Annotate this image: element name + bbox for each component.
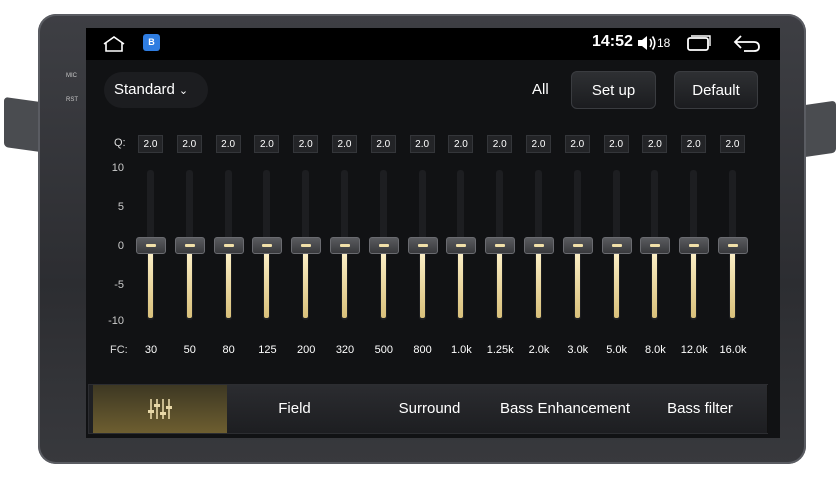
- q-value-box[interactable]: 2.0: [681, 135, 707, 153]
- eq-band: 2.0 2.0k: [521, 28, 557, 368]
- fc-value: 16.0k: [719, 344, 747, 356]
- eq-band: 2.0 800: [405, 28, 441, 368]
- q-value-box[interactable]: 2.0: [487, 135, 513, 153]
- equalizer-icon: [148, 399, 172, 419]
- gain-slider-fill: [342, 245, 347, 318]
- rst-button[interactable]: RST: [66, 97, 78, 103]
- tab-label: Bass Enhancement: [499, 400, 631, 417]
- tab-field[interactable]: Field: [227, 385, 363, 433]
- q-value-box[interactable]: 2.0: [720, 135, 745, 153]
- gain-slider-fill: [613, 245, 619, 318]
- gain-slider-handle[interactable]: [368, 237, 399, 254]
- gain-slider-fill: [380, 245, 386, 318]
- gain-tick-label: 0: [117, 240, 124, 252]
- gain-slider-handle[interactable]: [718, 237, 748, 254]
- q-value-box[interactable]: 2.0: [176, 135, 202, 153]
- eq-band: 2.0 12.0k: [676, 28, 712, 368]
- q-value-box[interactable]: 2.0: [409, 135, 435, 153]
- q-value-box[interactable]: 2.0: [564, 135, 590, 153]
- gain-slider-fill: [574, 245, 580, 318]
- tab-label: Field: [278, 400, 311, 417]
- gain-tick-label: 10: [111, 162, 124, 174]
- gain-slider-handle[interactable]: [679, 237, 710, 254]
- gain-slider-fill: [691, 245, 697, 318]
- gain-slider-handle[interactable]: [136, 237, 166, 254]
- eq-band: 2.0 1.0k: [443, 28, 479, 368]
- tab-label: Bass filter: [667, 400, 733, 417]
- eq-band: 2.0 8.0k: [637, 28, 673, 368]
- gain-slider-handle[interactable]: [252, 237, 283, 254]
- tab-bar: Field Surround Bass Enhancement Bass filter: [88, 384, 768, 434]
- gain-slider-fill: [148, 245, 153, 318]
- eq-band: 2.0 16.0k: [715, 28, 751, 368]
- gain-slider-handle[interactable]: [524, 237, 554, 254]
- gain-tick-label: -10: [108, 315, 124, 327]
- gain-slider-fill: [536, 245, 541, 318]
- q-value-box[interactable]: 2.0: [254, 135, 280, 153]
- q-value-box[interactable]: 2.0: [215, 135, 241, 153]
- eq-band: 2.0 320: [327, 28, 363, 368]
- tab-surround[interactable]: Surround: [362, 385, 498, 433]
- gain-slider-fill: [458, 245, 464, 318]
- eq-band: 2.0 30: [133, 28, 169, 368]
- eq-band: 2.0 5.0k: [599, 28, 635, 368]
- gain-slider-fill: [225, 245, 231, 318]
- q-value-box[interactable]: 2.0: [526, 135, 551, 153]
- eq-band: 2.0 3.0k: [560, 28, 596, 368]
- gain-slider-handle[interactable]: [640, 237, 671, 254]
- gain-slider-handle[interactable]: [485, 237, 516, 254]
- gain-slider-fill: [264, 245, 270, 318]
- tab-label: Surround: [398, 400, 461, 417]
- gain-slider-handle[interactable]: [407, 237, 438, 254]
- q-value-box[interactable]: 2.0: [332, 135, 357, 153]
- home-icon[interactable]: [102, 36, 126, 52]
- tab-equalizer[interactable]: [93, 385, 228, 433]
- gain-slider-fill: [652, 245, 658, 318]
- screen: B 14:52 18 Standard ⌄ All Set up Default …: [86, 28, 780, 438]
- mount-bracket-right: [802, 100, 836, 158]
- gain-slider-fill: [497, 245, 503, 318]
- gain-slider-fill: [186, 245, 192, 318]
- q-value-box[interactable]: 2.0: [603, 135, 629, 153]
- gain-slider-fill: [419, 245, 425, 318]
- q-value-box[interactable]: 2.0: [642, 135, 668, 153]
- gain-tick-label: -5: [114, 279, 124, 291]
- eq-band: 2.0 125: [249, 28, 285, 368]
- gain-slider-handle[interactable]: [213, 237, 244, 254]
- tab-bass-filter[interactable]: Bass filter: [633, 385, 768, 433]
- gain-slider-handle[interactable]: [601, 237, 632, 254]
- gain-slider-handle[interactable]: [330, 237, 360, 254]
- q-value-box[interactable]: 2.0: [293, 135, 319, 153]
- q-value-box[interactable]: 2.0: [138, 135, 163, 153]
- q-value-box[interactable]: 2.0: [370, 135, 396, 153]
- eq-band: 2.0 1.25k: [482, 28, 518, 368]
- gain-slider-handle[interactable]: [291, 237, 322, 254]
- gain-slider-handle[interactable]: [174, 237, 205, 254]
- q-value-box[interactable]: 2.0: [448, 135, 474, 153]
- tab-bass-enhancement[interactable]: Bass Enhancement: [497, 385, 634, 433]
- q-label: Q:: [114, 137, 126, 149]
- gain-tick-label: 5: [117, 201, 124, 213]
- gain-slider-handle[interactable]: [446, 237, 477, 254]
- eq-band: 2.0 500: [366, 28, 402, 368]
- mic-label: MIC: [66, 73, 77, 79]
- gain-slider-handle[interactable]: [562, 237, 593, 254]
- eq-band: 2.0 200: [288, 28, 324, 368]
- eq-band: 2.0 50: [172, 28, 208, 368]
- eq-band: 2.0 80: [211, 28, 247, 368]
- gain-slider-fill: [303, 245, 309, 318]
- gain-slider-fill: [730, 245, 735, 318]
